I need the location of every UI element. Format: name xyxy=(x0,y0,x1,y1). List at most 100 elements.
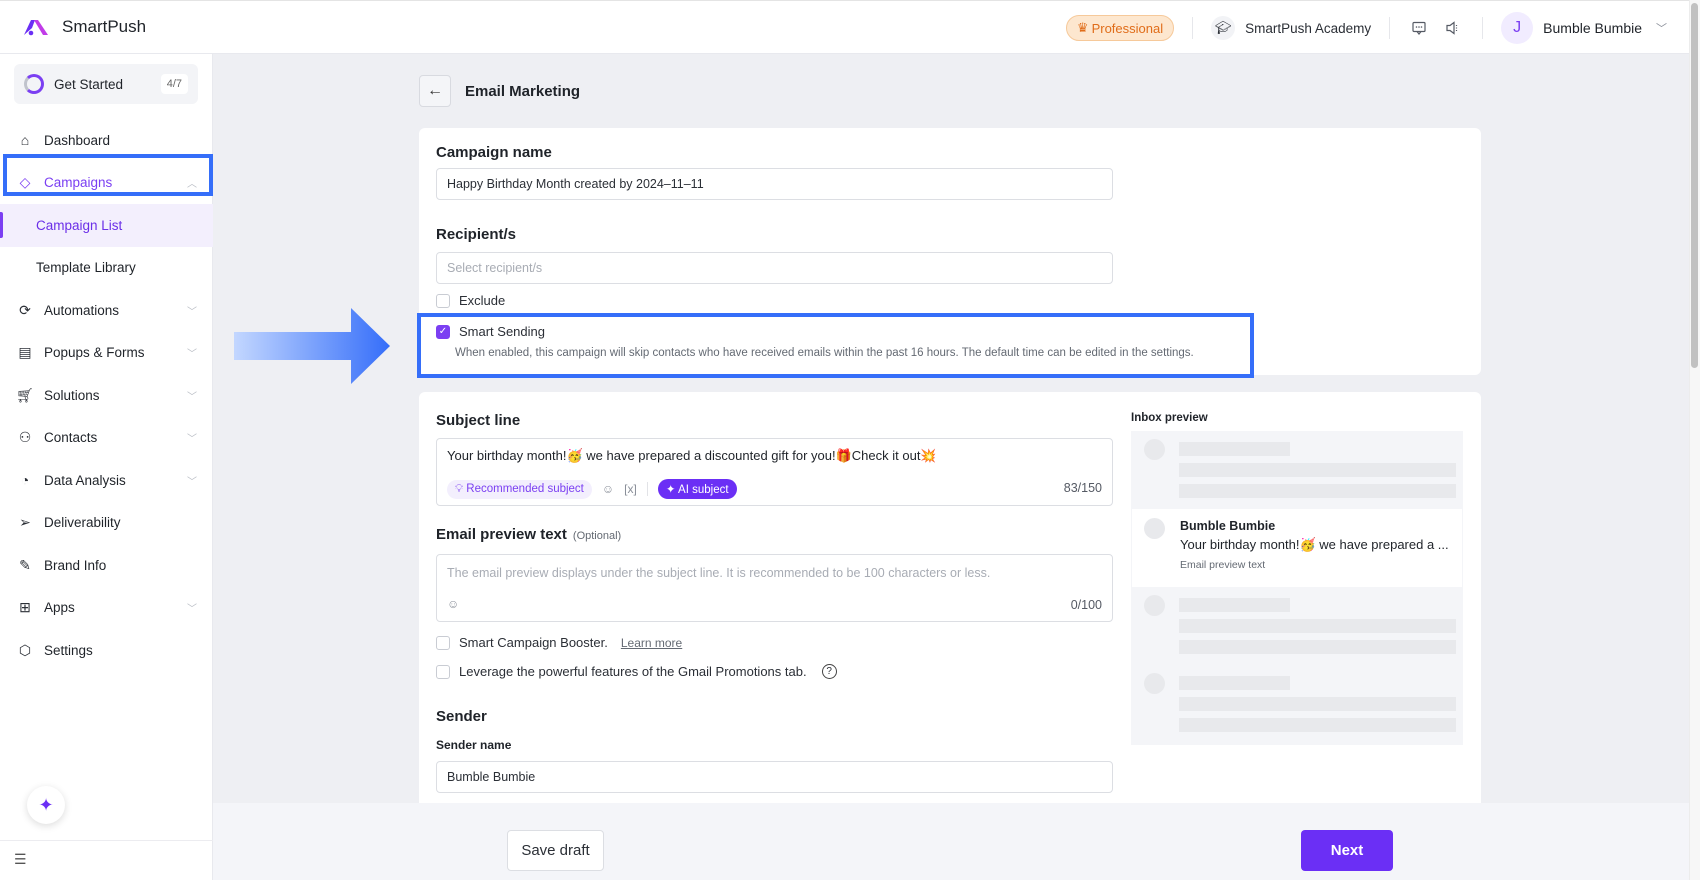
send-icon: ➢ xyxy=(19,514,31,531)
scrollbar-thumb[interactable] xyxy=(1691,3,1698,368)
crown-icon: ♛ xyxy=(1076,20,1089,35)
preview-text-placeholder: The email preview displays under the sub… xyxy=(447,566,991,580)
preview-sender: Bumble Bumbie xyxy=(1180,519,1276,533)
variable-button[interactable]: [x] xyxy=(624,482,637,496)
sidebar-item-campaigns[interactable]: ◇ Campaigns ︿ xyxy=(0,162,213,205)
gmail-promotions-checkbox[interactable] xyxy=(436,664,450,679)
subject-toolbar: 💡︎ Recommended subject ☺ [x] ✦ AI subjec… xyxy=(447,479,737,499)
recipients-select[interactable]: Select recipient/s xyxy=(436,252,1113,284)
exclude-checkbox-row[interactable]: Exclude xyxy=(436,293,505,308)
emoji-icon[interactable]: ☺ xyxy=(447,597,459,611)
preview-counter: 0/100 xyxy=(1070,598,1102,612)
sidebar-item-brand-info[interactable]: ✎ Brand Info xyxy=(0,544,213,587)
ai-subject-button[interactable]: ✦ AI subject xyxy=(657,479,737,499)
progress-count: 4/7 xyxy=(160,74,188,94)
exclude-checkbox[interactable] xyxy=(436,293,450,308)
app-name: SmartPush xyxy=(62,17,147,36)
chevron-down-icon: ﹀ xyxy=(187,349,197,361)
smart-sending-helper: When enabled, this campaign will skip co… xyxy=(455,347,1194,359)
learn-more-link[interactable]: Learn more xyxy=(621,636,682,650)
campaign-name-input[interactable]: Happy Birthday Month created by 2024–11–… xyxy=(436,168,1113,200)
sidebar-item-deliverability[interactable]: ➢ Deliverability xyxy=(0,502,213,545)
sidebar-item-dashboard[interactable]: ⌂ Dashboard xyxy=(0,119,213,162)
cart-icon: 🛒︎ xyxy=(16,386,34,403)
subject-input[interactable]: Your birthday month!🥳 we have prepared a… xyxy=(436,438,1113,506)
user-name: Bumble Bumbie xyxy=(1543,20,1642,36)
inbox-preview-label: Inbox preview xyxy=(1131,412,1208,424)
lightbulb-icon: 💡︎ xyxy=(455,482,464,495)
page-heading: ← Email Marketing xyxy=(419,75,580,107)
sidebar-item-template-library[interactable]: Template Library xyxy=(0,247,213,290)
ai-assistant-button[interactable]: ✦ xyxy=(27,786,65,824)
sidebar: Get Started 4/7 ⌂ Dashboard ◇ Campaigns … xyxy=(0,54,213,880)
skeleton-line xyxy=(1179,598,1290,612)
divider xyxy=(1192,17,1194,39)
user-icon: ⚇ xyxy=(18,429,32,446)
sidebar-nav: ⌂ Dashboard ◇ Campaigns ︿ Campaign List … xyxy=(0,119,213,672)
chevron-up-icon: ︿ xyxy=(187,179,197,191)
chevron-down-icon: ﹀ xyxy=(187,306,197,318)
skeleton-line xyxy=(1179,484,1456,498)
pie-chart-icon: ◔ xyxy=(20,472,30,489)
sidebar-item-settings[interactable]: ⬡ Settings xyxy=(0,629,213,672)
inbox-preview-item: Bumble Bumbie Your birthday month!🥳 we h… xyxy=(1132,509,1462,587)
sidebar-item-automations[interactable]: ⟳ Automations ﹀ xyxy=(0,289,213,332)
sidebar-item-campaign-list[interactable]: Campaign List xyxy=(0,204,213,247)
smart-sending-checkbox-row[interactable]: ✓ Smart Sending xyxy=(436,324,545,339)
skeleton-line xyxy=(1179,697,1456,711)
sidebar-item-popups-forms[interactable]: ▤ Popups & Forms ﹀ xyxy=(0,332,213,375)
chevron-down-icon: ﹀ xyxy=(187,391,197,403)
booster-checkbox[interactable] xyxy=(436,635,450,650)
recommended-subject-button[interactable]: 💡︎ Recommended subject xyxy=(447,479,592,499)
save-draft-button[interactable]: Save draft xyxy=(507,830,604,871)
help-icon[interactable]: ? xyxy=(821,664,837,679)
settings-icon: ⬡ xyxy=(18,641,32,658)
sender-section-label: Sender xyxy=(436,708,487,725)
inbox-preview: Bumble Bumbie Your birthday month!🥳 we h… xyxy=(1131,431,1463,745)
chevron-down-icon: ﹀ xyxy=(187,604,197,616)
plan-badge[interactable]: ♛ Professional xyxy=(1065,15,1175,41)
sender-name-input[interactable]: Bumble Bumbie xyxy=(436,761,1113,793)
arrow-left-icon: ← xyxy=(427,82,443,99)
speaker-icon[interactable] xyxy=(1442,17,1464,39)
emoji-icon[interactable]: ☺ xyxy=(602,482,614,496)
skeleton-avatar xyxy=(1144,595,1165,616)
sparkle-icon: ✦ xyxy=(665,484,676,496)
divider xyxy=(1482,17,1484,39)
preview-text-input[interactable]: The email preview displays under the sub… xyxy=(436,554,1113,622)
avatar: J xyxy=(1501,12,1534,44)
message-icon[interactable] xyxy=(1408,17,1430,39)
get-started-button[interactable]: Get Started 4/7 xyxy=(14,64,198,104)
sidebar-item-apps[interactable]: ⊞ Apps ﹀ xyxy=(0,587,213,630)
subject-label: Subject line xyxy=(436,412,521,429)
next-button[interactable]: Next xyxy=(1301,830,1393,871)
form-icon: ▤ xyxy=(18,344,32,361)
divider xyxy=(646,482,648,496)
divider xyxy=(1389,17,1391,39)
gmail-checkbox-row[interactable]: Leverage the powerful features of the Gm… xyxy=(436,664,837,679)
sidebar-item-solutions[interactable]: 🛒︎ Solutions ﹀ xyxy=(0,374,213,417)
preview-text-label: Email preview text (Optional) xyxy=(436,526,622,543)
footer-action-bar: Save draft Next xyxy=(213,803,1689,880)
skeleton-line xyxy=(1179,463,1456,477)
collapse-sidebar-icon[interactable]: ☰ xyxy=(14,851,27,868)
chevron-down-icon: ﹀ xyxy=(187,434,197,446)
academy-link[interactable]: 🎓︎ SmartPush Academy xyxy=(1211,16,1371,40)
scrollbar[interactable] xyxy=(1689,0,1700,880)
automation-icon: ⟳ xyxy=(19,301,31,318)
user-menu[interactable]: J Bumble Bumbie ﹀ xyxy=(1501,12,1667,44)
sidebar-item-data-analysis[interactable]: ◔ Data Analysis ﹀ xyxy=(0,459,213,502)
sparkle-icon: ✦ xyxy=(38,794,54,815)
preview-snippet: Email preview text xyxy=(1180,559,1266,571)
logo[interactable]: SmartPush xyxy=(22,17,146,37)
sidebar-item-contacts[interactable]: ⚇ Contacts ﹀ xyxy=(0,417,213,460)
sender-avatar xyxy=(1144,518,1165,539)
back-button[interactable]: ← xyxy=(419,75,451,107)
booster-checkbox-row[interactable]: Smart Campaign Booster. Learn more xyxy=(436,635,682,650)
subject-counter: 83/150 xyxy=(1063,481,1102,495)
chevron-down-icon: ﹀ xyxy=(1656,23,1667,35)
smart-sending-checkbox[interactable]: ✓ xyxy=(436,324,450,339)
graduation-cap-icon: 🎓︎ xyxy=(1211,16,1236,40)
arrow-annotation-icon xyxy=(234,308,390,384)
brand-icon: ✎ xyxy=(19,556,31,573)
